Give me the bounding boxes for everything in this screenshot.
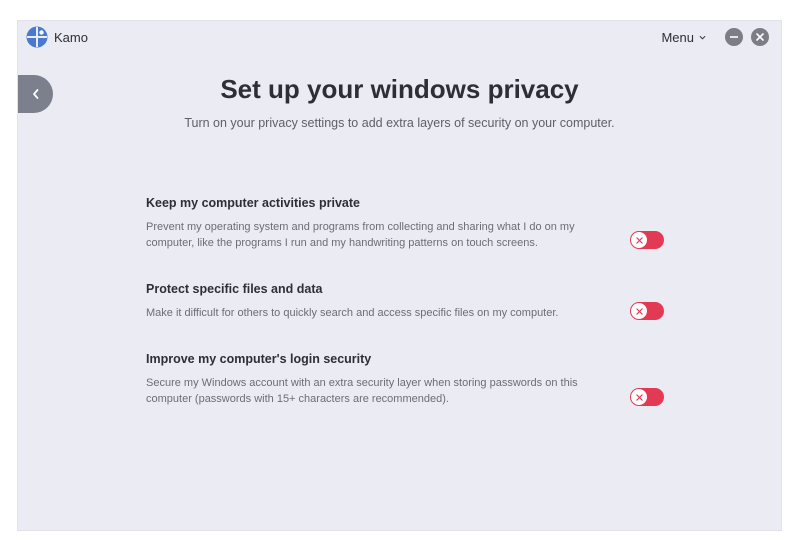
toggle-knob [631,303,647,319]
minimize-icon [730,36,738,38]
x-icon [635,393,643,401]
setting-title: Keep my computer activities private [146,196,360,210]
minimize-button[interactable] [725,28,743,46]
menu-label: Menu [661,30,694,45]
setting-activities-private: Keep my computer activities private Prev… [146,196,666,251]
toggle-activities-private[interactable] [630,231,664,249]
setting-title: Protect specific files and data [146,282,323,296]
setting-description: Make it difficult for others to quickly … [146,307,559,319]
x-icon [635,307,643,315]
page-title: Set up your windows privacy [220,74,579,104]
setting-description: Prevent my operating system and programs… [146,221,575,249]
toggle-knob [631,389,647,405]
kamo-logo-icon [26,26,48,48]
toggle-protect-files[interactable] [630,302,664,320]
brand: Kamo [26,26,88,48]
setting-protect-files: Protect specific files and data Make it … [146,282,666,321]
setting-login-security: Improve my computer's login security Sec… [146,352,666,407]
close-button[interactable] [751,28,769,46]
menu-button[interactable]: Menu [661,30,706,45]
toggle-knob [631,232,647,248]
app-name: Kamo [54,29,88,45]
app-window: Kamo Menu Set up your windows privacy Tu… [18,21,781,530]
setting-title: Improve my computer's login security [146,352,372,366]
page-subtitle: Turn on your privacy settings to add ext… [184,116,615,130]
x-icon [635,236,643,244]
chevron-down-icon [699,35,706,40]
close-icon [756,33,764,41]
toggle-login-security[interactable] [630,388,664,406]
setting-description: Secure my Windows account with an extra … [146,377,578,405]
